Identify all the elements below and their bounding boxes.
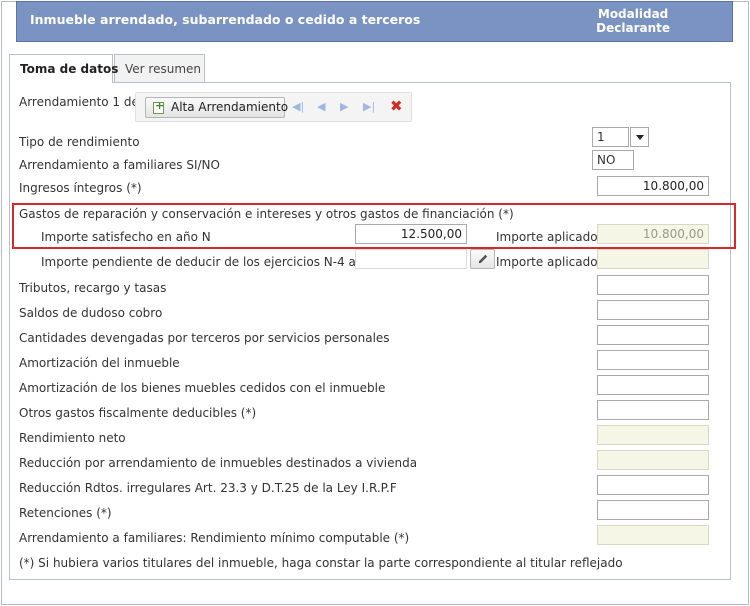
modalidad-declarante: Modalidad Declarante [596,7,670,35]
importe-pendiente-field[interactable] [355,249,467,269]
saldos-field[interactable] [597,300,709,320]
rendimiento-minimo-label: Arrendamiento a familiares: Rendimiento … [19,531,410,545]
importe-satisfecho-field[interactable]: 12.500,00 [355,224,467,244]
gastos-label: Gastos de reparación y conservación e in… [19,207,514,221]
importe-aplicado-field: 10.800,00 [597,224,709,244]
edit-button[interactable] [470,249,495,269]
importe-aplicado-pendiente-label: Importe aplicado [496,255,598,269]
familiares-field[interactable]: NO [592,150,634,170]
alta-arrendamiento-button[interactable]: Alta Arrendamiento [145,97,288,118]
add-document-icon [153,99,164,114]
section-header: Inmueble arrendado, subarrendado o cedid… [16,1,733,42]
retenciones-label: Retenciones (*) [19,506,112,520]
saldos-label: Saldos de dudoso cobro [19,306,163,320]
footnote: (*) Si hubiera varios titulares del inmu… [19,556,623,570]
amort-inmueble-label: Amortización del inmueble [19,356,180,370]
reduccion-vivienda-field [597,450,709,470]
first-record-icon[interactable]: ◀| [292,100,304,113]
previous-record-icon[interactable]: ◀ [317,100,325,113]
tipo-rendimiento-label: Tipo de rendimiento [19,135,140,149]
tributos-field[interactable] [597,275,709,295]
tab-toma-de-datos[interactable]: Toma de datos [9,54,118,83]
importe-pendiente-label: Importe pendiente de deducir de los ejer… [41,255,381,269]
familiares-label: Arrendamiento a familiares SI/NO [19,158,220,172]
tab-ver-resumen[interactable]: Ver resumen [114,54,205,82]
retenciones-field[interactable] [597,500,709,520]
ingresos-label: Ingresos íntegros (*) [19,181,142,195]
importe-satisfecho-label: Importe satisfecho en año N [41,230,211,244]
tipo-rendimiento-select[interactable]: 1 [592,127,629,147]
chevron-down-icon[interactable] [630,127,649,147]
reduccion-vivienda-label: Reducción por arrendamiento de inmuebles… [19,456,418,470]
otros-gastos-label: Otros gastos fiscalmente deducibles (*) [19,406,257,420]
amort-muebles-label: Amortización de los bienes muebles cedid… [19,381,386,395]
next-record-icon[interactable]: ▶ [340,100,348,113]
ingresos-field[interactable]: 10.800,00 [597,176,709,196]
cantidades-label: Cantidades devengadas por terceros por s… [19,331,390,345]
cantidades-field[interactable] [597,325,709,345]
rendimiento-neto-field [597,425,709,445]
delete-record-icon[interactable]: ✖ [390,97,403,115]
importe-aplicado-label: Importe aplicado [496,230,598,244]
reduccion-irregulares-field[interactable] [597,475,709,495]
tributos-label: Tributos, recargo y tasas [19,281,167,295]
rendimiento-neto-label: Rendimiento neto [19,431,126,445]
arrendamiento-toolbar: Alta Arrendamiento ◀| ◀ ▶ ▶| ✖ [135,92,412,122]
amort-muebles-field[interactable] [597,375,709,395]
importe-aplicado-pendiente-field [597,249,709,269]
otros-gastos-field[interactable] [597,400,709,420]
amort-inmueble-field[interactable] [597,350,709,370]
section-title: Inmueble arrendado, subarrendado o cedid… [30,12,421,27]
rendimiento-minimo-field [597,525,709,545]
arrendamiento-counter: Arrendamiento 1 de 1 [19,95,151,109]
pencil-icon [479,254,488,263]
reduccion-irregulares-label: Reducción Rdtos. irregulares Art. 23.3 y… [19,481,397,495]
last-record-icon[interactable]: ▶| [363,100,375,113]
